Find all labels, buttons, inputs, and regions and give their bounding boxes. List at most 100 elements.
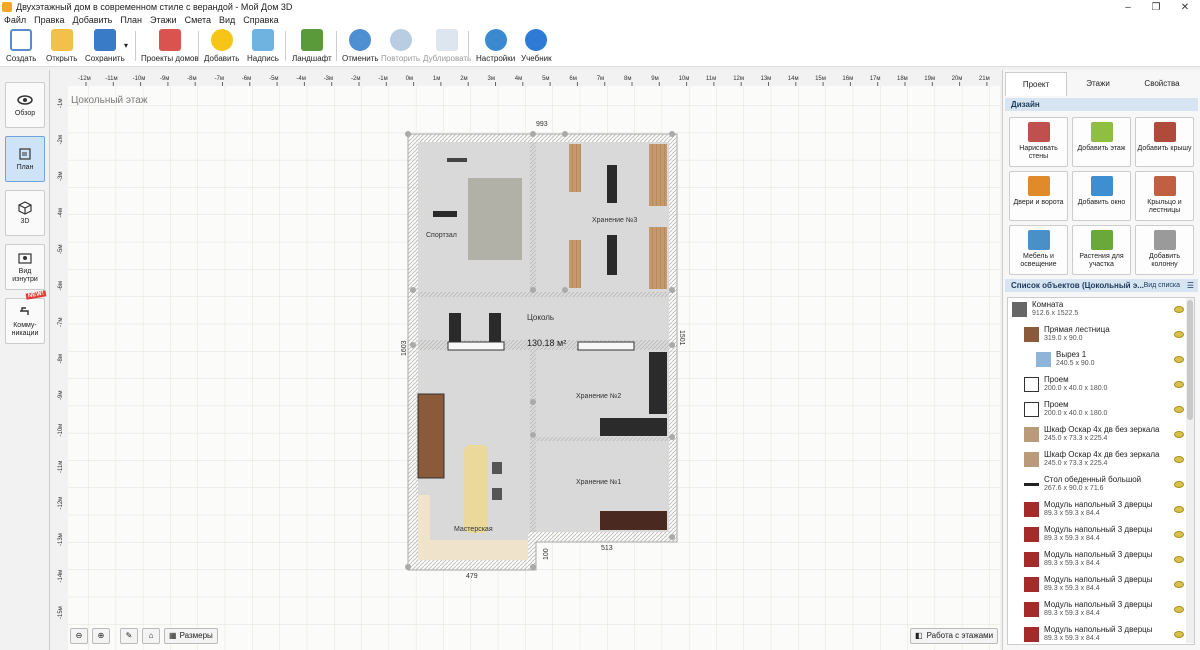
object-list-item[interactable]: Модуль напольный 3 дверцы 89.3 x 59.3 x 8… [1008, 573, 1194, 598]
treadmill[interactable] [489, 313, 501, 343]
visibility-eye-icon[interactable] [1174, 306, 1184, 313]
storage-rack[interactable] [607, 235, 617, 275]
object-list-item[interactable]: Модуль напольный 3 дверцы 89.3 x 59.3 x 8… [1008, 598, 1194, 623]
design-button-5[interactable]: Крыльцо и лестницы [1135, 171, 1194, 221]
visibility-eye-icon[interactable] [1174, 356, 1184, 363]
wardrobe[interactable] [649, 352, 667, 414]
visibility-eye-icon[interactable] [1174, 481, 1184, 488]
design-button-8[interactable]: Добавить колонну [1135, 225, 1194, 275]
projects-button[interactable]: Проекты домов [141, 29, 199, 65]
shelf[interactable] [569, 240, 581, 288]
design-button-4[interactable]: Добавить окно [1072, 171, 1131, 221]
visibility-eye-icon[interactable] [1174, 606, 1184, 613]
view-3d-button[interactable]: 3D [5, 190, 45, 236]
object-list-item[interactable]: Модуль напольный 3 дверцы 89.3 x 59.3 x 8… [1008, 623, 1194, 644]
menu-estimate[interactable]: Смета [181, 14, 215, 27]
landscape-button[interactable]: Ландшафт [292, 29, 332, 65]
visibility-eye-icon[interactable] [1174, 406, 1184, 413]
list-view-toggle[interactable]: Вид списка [1144, 279, 1180, 292]
floor-plan-svg[interactable]: -12м -11м -10м -9м -8м -7м -6м -5м -4м -3м -2м -1м 0… [52, 70, 1000, 650]
add-button[interactable]: Добавить [204, 29, 239, 65]
opening[interactable] [447, 341, 505, 351]
menu-file[interactable]: Файл [0, 14, 30, 27]
floors-work-button[interactable]: ◧ Работа с этажами [910, 628, 999, 644]
design-button-1[interactable]: Добавить этаж [1072, 117, 1131, 167]
chair[interactable] [492, 488, 502, 500]
design-button-2[interactable]: Добавить крышу [1135, 117, 1194, 167]
visibility-eye-icon[interactable] [1174, 381, 1184, 388]
object-list-item[interactable]: Шкаф Оскар 4х дв без зеркала 245.0 x 73.3… [1008, 423, 1194, 448]
tab-project[interactable]: Проект [1005, 72, 1067, 96]
opening[interactable] [577, 341, 635, 351]
visibility-eye-icon[interactable] [1174, 431, 1184, 438]
home-button[interactable]: ⌂ [142, 628, 160, 644]
tab-floors[interactable]: Этажи [1067, 72, 1129, 96]
open-button[interactable]: Открыть [46, 29, 77, 65]
visibility-eye-icon[interactable] [1174, 506, 1184, 513]
object-list-item[interactable]: Проем 200.0 x 40.0 x 180.0 [1008, 373, 1194, 398]
design-button-7[interactable]: Растения для участка [1072, 225, 1131, 275]
object-list-scroll-thumb[interactable] [1187, 300, 1193, 420]
visibility-eye-icon[interactable] [1174, 531, 1184, 538]
object-list-item[interactable]: Прямая лестница 319.0 x 90.0 [1008, 323, 1194, 348]
shelf[interactable] [569, 144, 581, 192]
save-button[interactable]: Сохранить [85, 29, 125, 65]
object-list-item[interactable]: Вырез 1 240.5 x 90.0 [1008, 348, 1194, 373]
duplicate-button[interactable]: Дублировать [423, 29, 471, 65]
chair[interactable] [492, 462, 502, 474]
settings-button[interactable]: Настройки [476, 29, 515, 65]
bench[interactable] [433, 211, 457, 217]
sizes-button[interactable]: ▦ Размеры [164, 628, 218, 644]
menu-edit[interactable]: Правка [30, 14, 68, 27]
tab-properties[interactable]: Свойства [1129, 72, 1195, 96]
measure-button[interactable]: ✎ [120, 628, 138, 644]
label-button[interactable]: Надпись [247, 29, 279, 65]
list-view-icon[interactable]: ☰ [1187, 279, 1194, 292]
dumbbell-rack[interactable] [447, 158, 467, 162]
visibility-eye-icon[interactable] [1174, 331, 1184, 338]
menu-view[interactable]: Вид [215, 14, 239, 27]
shelf[interactable] [649, 144, 667, 206]
visibility-eye-icon[interactable] [1174, 581, 1184, 588]
zoom-in-button[interactable]: ⊕ [92, 628, 110, 644]
storage-rack[interactable] [607, 165, 617, 203]
cabinet[interactable] [600, 511, 667, 530]
object-list-item[interactable]: Стол обеденный большой 267.6 x 90.0 x 71.… [1008, 473, 1194, 498]
workshop-table[interactable] [464, 445, 488, 533]
object-list-item[interactable]: Модуль напольный 3 дверцы 89.3 x 59.3 x 8… [1008, 523, 1194, 548]
design-button-6[interactable]: Мебель и освещение [1009, 225, 1068, 275]
redo-button[interactable]: Повторить [381, 29, 420, 65]
create-button[interactable]: Создать [6, 29, 36, 65]
inside-view-button[interactable]: Вид изнутри [5, 244, 45, 290]
visibility-eye-icon[interactable] [1174, 456, 1184, 463]
maximize-icon[interactable]: ❐ [1141, 0, 1171, 14]
visibility-eye-icon[interactable] [1174, 631, 1184, 638]
design-button-0[interactable]: Нарисовать стены [1009, 117, 1068, 167]
object-list-item[interactable]: Шкаф Оскар 4х дв без зеркала 245.0 x 73.3… [1008, 448, 1194, 473]
wardrobe[interactable] [600, 418, 667, 436]
staircase[interactable] [417, 393, 445, 479]
plan-canvas[interactable]: -12м -11м -10м -9м -8м -7м -6м -5м -4м -3м -2м -1м 0… [52, 70, 1000, 650]
undo-button[interactable]: Отменить [342, 29, 379, 65]
close-icon[interactable]: ✕ [1170, 0, 1200, 14]
design-button-3[interactable]: Двери и ворота [1009, 171, 1068, 221]
menu-help[interactable]: Справка [239, 14, 282, 27]
object-list-item[interactable]: Модуль напольный 3 дверцы 89.3 x 59.3 x 8… [1008, 498, 1194, 523]
communications-button[interactable]: Комму-никации [5, 298, 45, 344]
minimize-icon[interactable]: – [1113, 0, 1143, 14]
object-list-item[interactable]: Модуль напольный 3 дверцы 89.3 x 59.3 x 8… [1008, 548, 1194, 573]
gym-mat[interactable] [468, 178, 522, 260]
object-list-item[interactable]: Проем 200.0 x 40.0 x 180.0 [1008, 398, 1194, 423]
object-list[interactable]: Комната 912.6 x 1522.5 Прямая лестница 319.… [1007, 297, 1195, 645]
zoom-out-button[interactable]: ⊖ [70, 628, 88, 644]
treadmill[interactable] [449, 313, 461, 343]
menu-plan[interactable]: План [116, 14, 146, 27]
visibility-eye-icon[interactable] [1174, 556, 1184, 563]
overview-button[interactable]: Обзор [5, 82, 45, 128]
object-list-item[interactable]: Комната 912.6 x 1522.5 [1008, 298, 1194, 323]
tutorial-button[interactable]: Учебник [521, 29, 552, 65]
menu-floors[interactable]: Этажи [146, 14, 181, 27]
shelf[interactable] [649, 227, 667, 289]
plan-button[interactable]: План [5, 136, 45, 182]
menu-add[interactable]: Добавить [69, 14, 117, 27]
